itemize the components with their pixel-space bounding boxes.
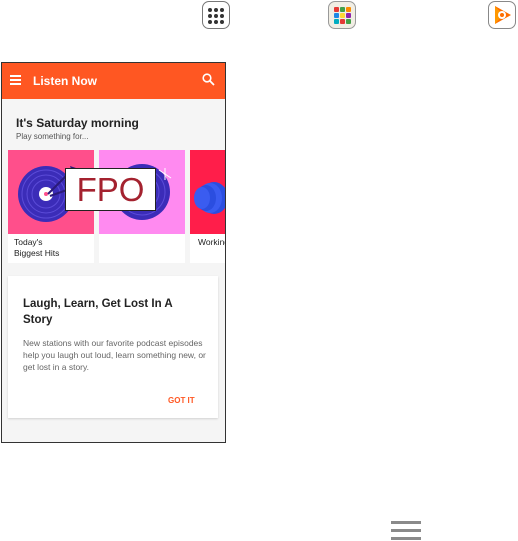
menu-icon[interactable] <box>391 521 421 541</box>
app-folder-icon[interactable] <box>328 1 356 29</box>
info-card-title: Laugh, Learn, Get Lost In A Story <box>23 298 173 326</box>
section-title: It's Saturday morning <box>16 116 139 130</box>
hamburger-menu-icon[interactable] <box>10 75 21 85</box>
phone-screen: Listen Now It's Saturday morning Play so… <box>1 62 226 443</box>
got-it-button[interactable]: GOT IT <box>168 396 195 405</box>
info-card-body: New stations with our favorite podcast e… <box>23 338 206 372</box>
card-label: Working <box>198 237 226 247</box>
app-bar-title: Listen Now <box>33 74 98 88</box>
station-card[interactable]: Working <box>190 150 226 263</box>
search-icon[interactable] <box>202 73 215 86</box>
card-label: Today's Biggest Hits <box>14 237 60 258</box>
apps-grid-icon[interactable] <box>202 1 230 29</box>
speaker-art <box>190 150 225 234</box>
card-label <box>99 234 185 237</box>
section-subtitle: Play something for... <box>16 132 89 141</box>
play-music-icon[interactable] <box>488 1 516 29</box>
info-card: Laugh, Learn, Get Lost In A Story New st… <box>8 276 218 418</box>
app-bar: Listen Now <box>2 63 225 99</box>
fpo-label: FPO <box>65 168 156 211</box>
